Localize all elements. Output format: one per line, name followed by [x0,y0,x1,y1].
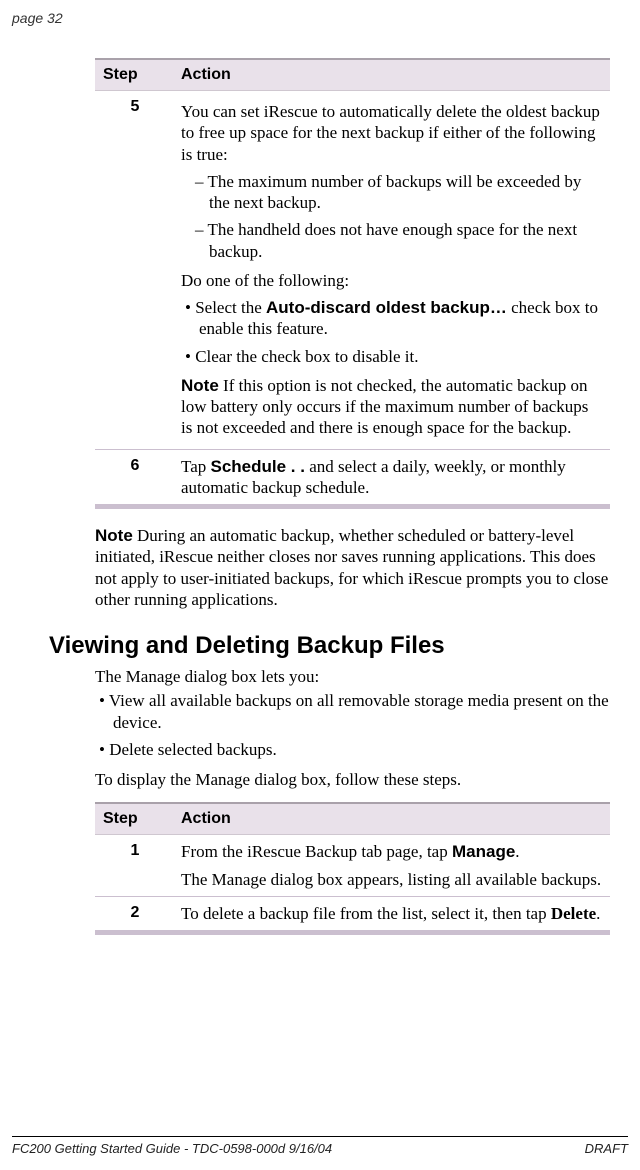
step5-dash2: – The handheld does not have enough spac… [209,217,604,266]
table2-head-step: Step [95,803,173,835]
table2-head-action: Action [173,803,610,835]
table-end-bar [95,505,610,510]
section-intro: The Manage dialog box lets you: [95,666,610,687]
t2s1-post: . [515,842,519,861]
step6-bold: Schedule . . [211,457,305,476]
step5-bullet1: • Select the Auto-discard oldest backup…… [199,295,604,344]
note-body: During an automatic backup, whether sche… [95,526,608,609]
section-bullet2: • Delete selected backups. [113,736,610,763]
t2s2-post: . [596,904,600,923]
step-action-cell: You can set iRescue to automatically del… [173,91,610,450]
table-row: 5 You can set iRescue to automatically d… [95,91,610,450]
step5-b1-pre: • Select the [185,298,266,317]
t2-step1-line1: From the iRescue Backup tab page, tap Ma… [181,841,604,862]
step-number: 1 [95,835,173,897]
page-content: Step Action 5 You can set iRescue to aut… [95,58,610,935]
step-number: 5 [95,91,173,450]
step5-bullet2: • Clear the check box to disable it. [199,344,604,371]
table-row: 6 Tap Schedule . . and select a daily, w… [95,449,610,505]
page-footer: FC200 Getting Started Guide - TDC-0598-0… [12,1136,628,1156]
step6-pre: Tap [181,457,211,476]
section-lead-out: To display the Manage dialog box, follow… [95,763,610,790]
steps-table-1: Step Action 5 You can set iRescue to aut… [95,58,610,509]
t2s2-pre: To delete a backup file from the list, s… [181,904,551,923]
table-row: 2 To delete a backup file from the list,… [95,896,610,930]
step5-dash1: – The maximum number of backups will be … [209,169,604,218]
footer-right: DRAFT [585,1141,628,1156]
step-action-cell: From the iRescue Backup tab page, tap Ma… [173,835,610,897]
t2s2-bold: Delete [551,904,596,923]
steps-table-2: Step Action 1 From the iRescue Backup ta… [95,802,610,935]
t2-step2-line: To delete a backup file from the list, s… [181,903,604,924]
note-label: Note [181,376,219,395]
table-row: 1 From the iRescue Backup tab page, tap … [95,835,610,897]
step6-text: Tap Schedule . . and select a daily, wee… [181,456,604,499]
step5-do-one: Do one of the following: [181,266,604,295]
t2s1-pre: From the iRescue Backup tab page, tap [181,842,452,861]
table1-head-action: Action [173,59,610,91]
t2-step1-line2: The Manage dialog box appears, listing a… [181,863,604,890]
table1-head-step: Step [95,59,173,91]
note-body: If this option is not checked, the autom… [181,376,588,438]
page-number-header: page 32 [12,10,63,26]
table-end-bar [95,931,610,936]
step-action-cell: Tap Schedule . . and select a daily, wee… [173,449,610,505]
section-heading: Viewing and Deleting Backup Files [49,632,610,660]
footer-left: FC200 Getting Started Guide - TDC-0598-0… [12,1141,332,1156]
t2s1-bold: Manage [452,842,515,861]
step-number: 6 [95,449,173,505]
section-bullet1: • View all available backups on all remo… [113,687,610,736]
step-number: 2 [95,896,173,930]
step5-note: Note If this option is not checked, the … [181,371,604,443]
note-label: Note [95,526,133,545]
step5-b1-bold: Auto-discard oldest backup… [266,298,507,317]
mid-note: Note During an automatic backup, whether… [95,525,610,610]
section-body: The Manage dialog box lets you: • View a… [95,666,610,790]
step5-intro: You can set iRescue to automatically del… [181,97,604,169]
step-action-cell: To delete a backup file from the list, s… [173,896,610,930]
